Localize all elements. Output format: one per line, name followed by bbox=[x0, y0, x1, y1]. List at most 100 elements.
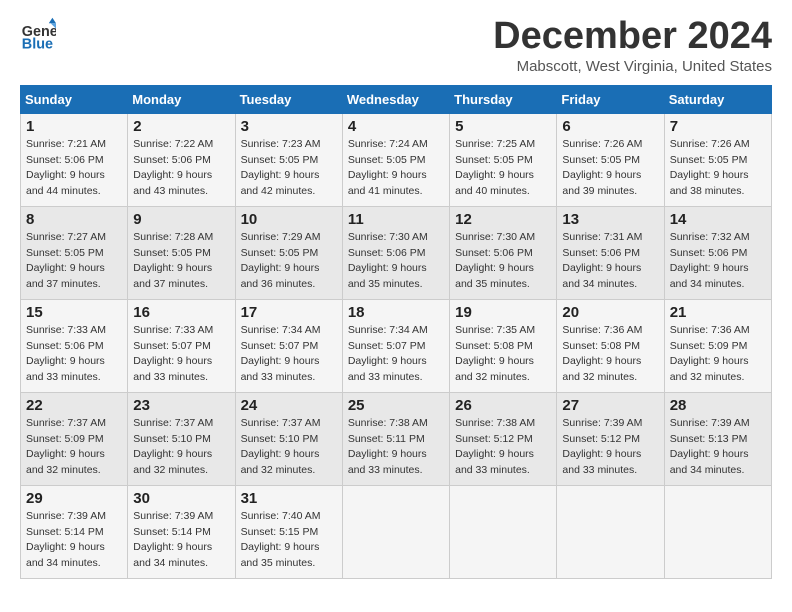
calendar-week-4: 22 Sunrise: 7:37 AMSunset: 5:09 PMDayligh… bbox=[21, 392, 772, 485]
day-info: Sunrise: 7:23 AMSunset: 5:05 PMDaylight:… bbox=[241, 138, 321, 197]
calendar-week-1: 1 Sunrise: 7:21 AMSunset: 5:06 PMDaylight… bbox=[21, 113, 772, 206]
day-info: Sunrise: 7:32 AMSunset: 5:06 PMDaylight:… bbox=[670, 231, 750, 290]
calendar-cell: 8 Sunrise: 7:27 AMSunset: 5:05 PMDaylight… bbox=[21, 206, 128, 299]
calendar-cell: 1 Sunrise: 7:21 AMSunset: 5:06 PMDaylight… bbox=[21, 113, 128, 206]
day-info: Sunrise: 7:26 AMSunset: 5:05 PMDaylight:… bbox=[670, 138, 750, 197]
calendar-cell bbox=[557, 485, 664, 578]
day-info: Sunrise: 7:34 AMSunset: 5:07 PMDaylight:… bbox=[241, 324, 321, 383]
day-info: Sunrise: 7:26 AMSunset: 5:05 PMDaylight:… bbox=[562, 138, 642, 197]
day-number: 17 bbox=[241, 304, 337, 321]
day-info: Sunrise: 7:38 AMSunset: 5:12 PMDaylight:… bbox=[455, 417, 535, 476]
calendar-cell: 25 Sunrise: 7:38 AMSunset: 5:11 PMDayligh… bbox=[342, 392, 449, 485]
calendar-cell: 27 Sunrise: 7:39 AMSunset: 5:12 PMDayligh… bbox=[557, 392, 664, 485]
calendar-cell: 5 Sunrise: 7:25 AMSunset: 5:05 PMDaylight… bbox=[450, 113, 557, 206]
calendar-cell: 16 Sunrise: 7:33 AMSunset: 5:07 PMDayligh… bbox=[128, 299, 235, 392]
day-number: 13 bbox=[562, 211, 658, 228]
header-thursday: Thursday bbox=[450, 85, 557, 113]
calendar-cell: 31 Sunrise: 7:40 AMSunset: 5:15 PMDayligh… bbox=[235, 485, 342, 578]
day-info: Sunrise: 7:25 AMSunset: 5:05 PMDaylight:… bbox=[455, 138, 535, 197]
day-number: 12 bbox=[455, 211, 551, 228]
day-number: 8 bbox=[26, 211, 122, 228]
calendar-cell: 17 Sunrise: 7:34 AMSunset: 5:07 PMDayligh… bbox=[235, 299, 342, 392]
day-number: 3 bbox=[241, 118, 337, 135]
day-info: Sunrise: 7:22 AMSunset: 5:06 PMDaylight:… bbox=[133, 138, 213, 197]
day-number: 15 bbox=[26, 304, 122, 321]
calendar-cell: 28Sunrise: 7:39 AMSunset: 5:13 PMDayligh… bbox=[664, 392, 771, 485]
calendar-cell: 18Sunrise: 7:34 AMSunset: 5:07 PMDayligh… bbox=[342, 299, 449, 392]
day-number: 6 bbox=[562, 118, 658, 135]
day-info: Sunrise: 7:34 AMSunset: 5:07 PMDaylight:… bbox=[348, 324, 428, 383]
calendar-cell: 29 Sunrise: 7:39 AMSunset: 5:14 PMDayligh… bbox=[21, 485, 128, 578]
day-number: 7 bbox=[670, 118, 766, 135]
day-info: Sunrise: 7:39 AMSunset: 5:14 PMDaylight:… bbox=[133, 510, 213, 569]
calendar-cell: 19 Sunrise: 7:35 AMSunset: 5:08 PMDayligh… bbox=[450, 299, 557, 392]
day-number: 27 bbox=[562, 397, 658, 414]
day-number: 30 bbox=[133, 490, 229, 507]
calendar-cell: 21Sunrise: 7:36 AMSunset: 5:09 PMDayligh… bbox=[664, 299, 771, 392]
day-info: Sunrise: 7:33 AMSunset: 5:07 PMDaylight:… bbox=[133, 324, 213, 383]
calendar-cell: 13 Sunrise: 7:31 AMSunset: 5:06 PMDayligh… bbox=[557, 206, 664, 299]
calendar-cell: 7 Sunrise: 7:26 AMSunset: 5:05 PMDaylight… bbox=[664, 113, 771, 206]
day-number: 23 bbox=[133, 397, 229, 414]
day-info: Sunrise: 7:33 AMSunset: 5:06 PMDaylight:… bbox=[26, 324, 106, 383]
day-info: Sunrise: 7:37 AMSunset: 5:10 PMDaylight:… bbox=[133, 417, 213, 476]
title-block: December 2024 Mabscott, West Virginia, U… bbox=[493, 16, 772, 75]
calendar-cell: 12 Sunrise: 7:30 AMSunset: 5:06 PMDayligh… bbox=[450, 206, 557, 299]
day-info: Sunrise: 7:24 AMSunset: 5:05 PMDaylight:… bbox=[348, 138, 428, 197]
calendar-cell: 23 Sunrise: 7:37 AMSunset: 5:10 PMDayligh… bbox=[128, 392, 235, 485]
day-number: 28 bbox=[670, 397, 766, 414]
calendar-cell bbox=[450, 485, 557, 578]
day-number: 9 bbox=[133, 211, 229, 228]
calendar-week-2: 8 Sunrise: 7:27 AMSunset: 5:05 PMDaylight… bbox=[21, 206, 772, 299]
day-number: 31 bbox=[241, 490, 337, 507]
day-info: Sunrise: 7:21 AMSunset: 5:06 PMDaylight:… bbox=[26, 138, 106, 197]
day-info: Sunrise: 7:30 AMSunset: 5:06 PMDaylight:… bbox=[348, 231, 428, 290]
day-info: Sunrise: 7:36 AMSunset: 5:08 PMDaylight:… bbox=[562, 324, 642, 383]
logo-icon: General Blue bbox=[20, 16, 56, 52]
header-friday: Friday bbox=[557, 85, 664, 113]
day-number: 29 bbox=[26, 490, 122, 507]
header-monday: Monday bbox=[128, 85, 235, 113]
day-info: Sunrise: 7:28 AMSunset: 5:05 PMDaylight:… bbox=[133, 231, 213, 290]
day-info: Sunrise: 7:39 AMSunset: 5:14 PMDaylight:… bbox=[26, 510, 106, 569]
day-number: 1 bbox=[26, 118, 122, 135]
logo: General Blue bbox=[20, 16, 56, 52]
day-number: 22 bbox=[26, 397, 122, 414]
day-number: 25 bbox=[348, 397, 444, 414]
calendar-week-3: 15 Sunrise: 7:33 AMSunset: 5:06 PMDayligh… bbox=[21, 299, 772, 392]
day-info: Sunrise: 7:30 AMSunset: 5:06 PMDaylight:… bbox=[455, 231, 535, 290]
calendar-week-5: 29 Sunrise: 7:39 AMSunset: 5:14 PMDayligh… bbox=[21, 485, 772, 578]
calendar-cell: 2Sunrise: 7:22 AMSunset: 5:06 PMDaylight… bbox=[128, 113, 235, 206]
calendar-cell: 10Sunrise: 7:29 AMSunset: 5:05 PMDayligh… bbox=[235, 206, 342, 299]
day-number: 5 bbox=[455, 118, 551, 135]
calendar-title: December 2024 bbox=[493, 16, 772, 58]
day-info: Sunrise: 7:38 AMSunset: 5:11 PMDaylight:… bbox=[348, 417, 428, 476]
page-header: General Blue December 2024 Mabscott, Wes… bbox=[20, 16, 772, 75]
day-number: 16 bbox=[133, 304, 229, 321]
day-info: Sunrise: 7:31 AMSunset: 5:06 PMDaylight:… bbox=[562, 231, 642, 290]
day-number: 21 bbox=[670, 304, 766, 321]
day-info: Sunrise: 7:35 AMSunset: 5:08 PMDaylight:… bbox=[455, 324, 535, 383]
day-info: Sunrise: 7:37 AMSunset: 5:09 PMDaylight:… bbox=[26, 417, 106, 476]
header-wednesday: Wednesday bbox=[342, 85, 449, 113]
header-tuesday: Tuesday bbox=[235, 85, 342, 113]
calendar-cell bbox=[342, 485, 449, 578]
calendar-cell: 20 Sunrise: 7:36 AMSunset: 5:08 PMDayligh… bbox=[557, 299, 664, 392]
calendar-cell: 30 Sunrise: 7:39 AMSunset: 5:14 PMDayligh… bbox=[128, 485, 235, 578]
calendar-cell bbox=[664, 485, 771, 578]
day-info: Sunrise: 7:40 AMSunset: 5:15 PMDaylight:… bbox=[241, 510, 321, 569]
day-number: 10 bbox=[241, 211, 337, 228]
header-sunday: Sunday bbox=[21, 85, 128, 113]
calendar-cell: 24Sunrise: 7:37 AMSunset: 5:10 PMDayligh… bbox=[235, 392, 342, 485]
calendar-cell: 3 Sunrise: 7:23 AMSunset: 5:05 PMDaylight… bbox=[235, 113, 342, 206]
day-number: 19 bbox=[455, 304, 551, 321]
header-saturday: Saturday bbox=[664, 85, 771, 113]
calendar-cell: 22 Sunrise: 7:37 AMSunset: 5:09 PMDayligh… bbox=[21, 392, 128, 485]
day-number: 20 bbox=[562, 304, 658, 321]
day-info: Sunrise: 7:39 AMSunset: 5:12 PMDaylight:… bbox=[562, 417, 642, 476]
calendar-table: SundayMondayTuesdayWednesdayThursdayFrid… bbox=[20, 85, 772, 579]
calendar-cell: 6 Sunrise: 7:26 AMSunset: 5:05 PMDaylight… bbox=[557, 113, 664, 206]
calendar-subtitle: Mabscott, West Virginia, United States bbox=[493, 58, 772, 75]
calendar-cell: 26Sunrise: 7:38 AMSunset: 5:12 PMDayligh… bbox=[450, 392, 557, 485]
day-info: Sunrise: 7:27 AMSunset: 5:05 PMDaylight:… bbox=[26, 231, 106, 290]
